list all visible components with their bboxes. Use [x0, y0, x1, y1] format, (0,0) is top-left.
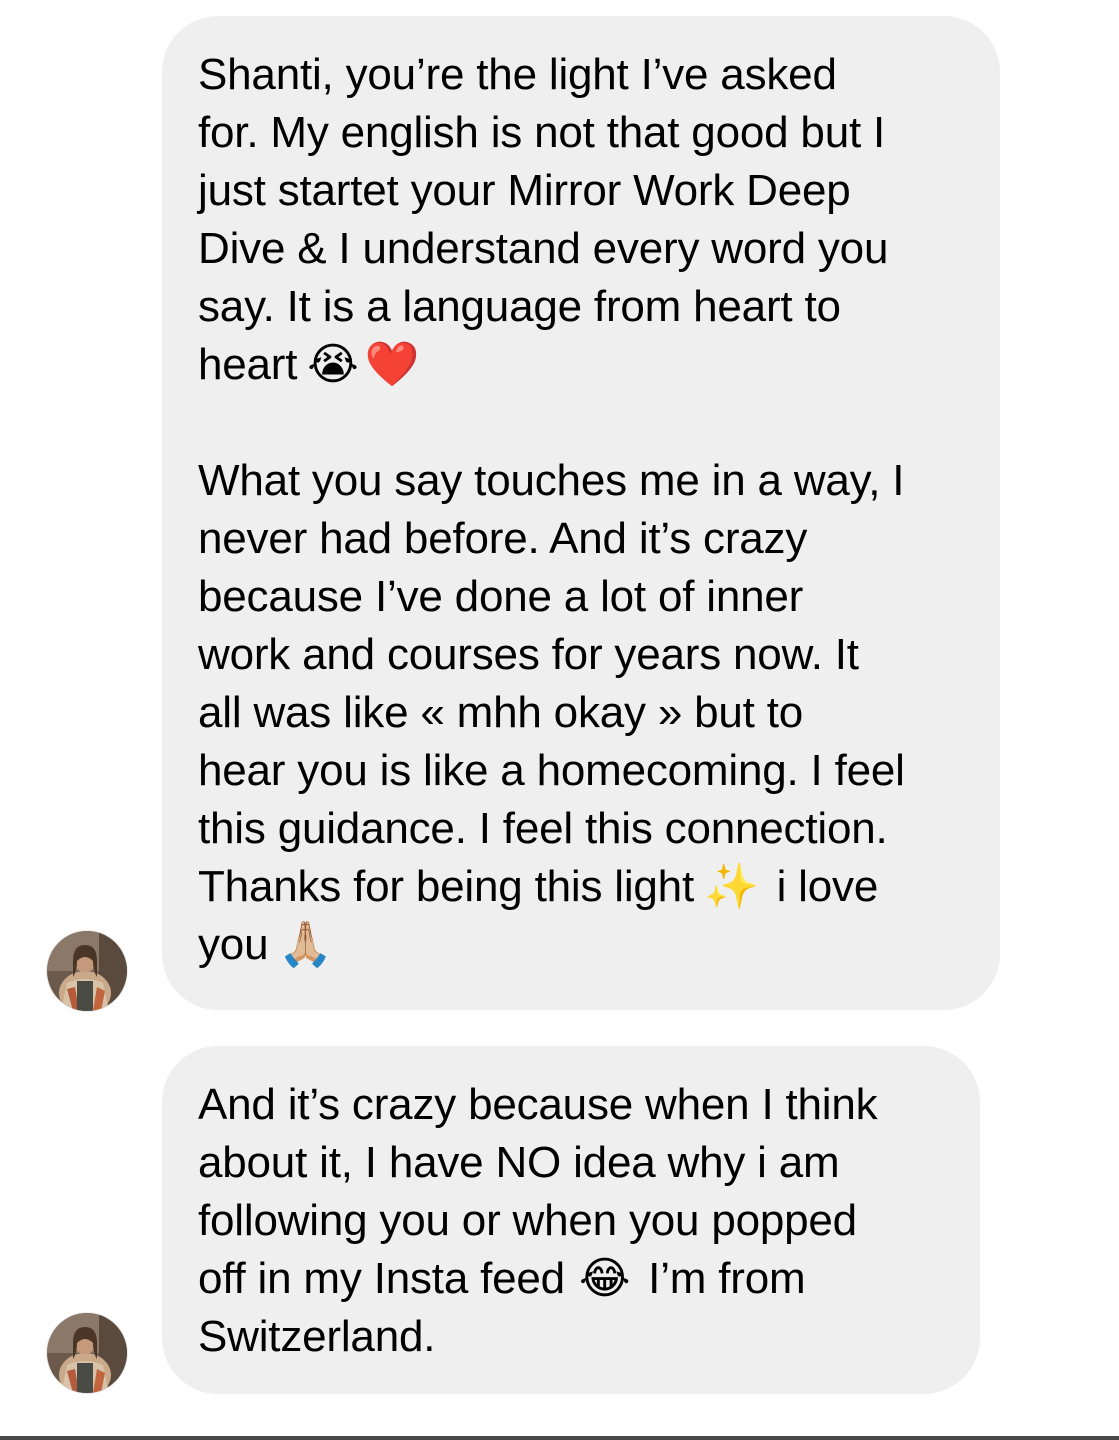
message-line: work and courses for years now. It	[198, 630, 859, 679]
crying-face-emoji-icon: 😭	[307, 340, 359, 389]
message-line: for. My english is not that good but I	[198, 108, 886, 157]
message-text: I’m from	[648, 1254, 806, 1303]
avatar-photo-icon	[47, 1313, 127, 1393]
message-text: off in my Insta feed	[198, 1254, 565, 1303]
sender-avatar[interactable]	[47, 1313, 127, 1393]
message-text: heart	[198, 340, 298, 389]
message-line: Switzerland.	[198, 1312, 436, 1361]
folded-hands-emoji-icon: 🙏🏼	[278, 920, 333, 969]
avatar-photo-icon	[47, 931, 127, 1011]
bottom-divider	[0, 1436, 1119, 1440]
message-line-with-emoji: off in my Insta feed 😂 I’m from	[198, 1250, 944, 1308]
message-line: say. It is a language from heart to	[198, 282, 841, 331]
message-line-with-emoji: you 🙏🏼	[198, 916, 964, 974]
message-line: because I’ve done a lot of inner	[198, 572, 804, 621]
message-bubble-2[interactable]: And it’s crazy because when I think abou…	[162, 1046, 980, 1394]
message-bubble-1[interactable]: Shanti, you’re the light I’ve asked for.…	[162, 16, 1000, 1010]
message-line: hear you is like a homecoming. I feel	[198, 746, 905, 795]
sender-avatar[interactable]	[47, 931, 127, 1011]
red-heart-emoji-icon: ❤️	[364, 340, 420, 389]
message-text: you	[198, 920, 269, 969]
message-line: And it’s crazy because when I think	[198, 1080, 878, 1129]
message-line: just startet your Mirror Work Deep	[198, 166, 851, 215]
message-text: Thanks for being this light	[198, 862, 694, 911]
message-line: Shanti, you’re the light I’ve asked	[198, 50, 837, 99]
message-line: all was like « mhh okay » but to	[198, 688, 804, 737]
message-line: never had before. And it’s crazy	[198, 514, 808, 563]
message-line-with-emoji: Thanks for being this light ✨ i love	[198, 858, 964, 916]
message-line-with-emoji: heart 😭 ❤️	[198, 336, 964, 394]
message-thread: Shanti, you’re the light I’ve asked for.…	[0, 0, 1119, 1440]
message-line: following you or when you popped	[198, 1196, 857, 1245]
laughing-tears-emoji-icon: 😂	[578, 1254, 631, 1303]
message-text: i love	[776, 862, 879, 911]
message-line: this guidance. I feel this connection.	[198, 804, 888, 853]
sparkles-emoji-icon: ✨	[703, 862, 759, 911]
message-line: What you say touches me in a way, I	[198, 456, 905, 505]
message-line: Dive & I understand every word you	[198, 224, 889, 273]
message-line: about it, I have NO idea why i am	[198, 1138, 840, 1187]
